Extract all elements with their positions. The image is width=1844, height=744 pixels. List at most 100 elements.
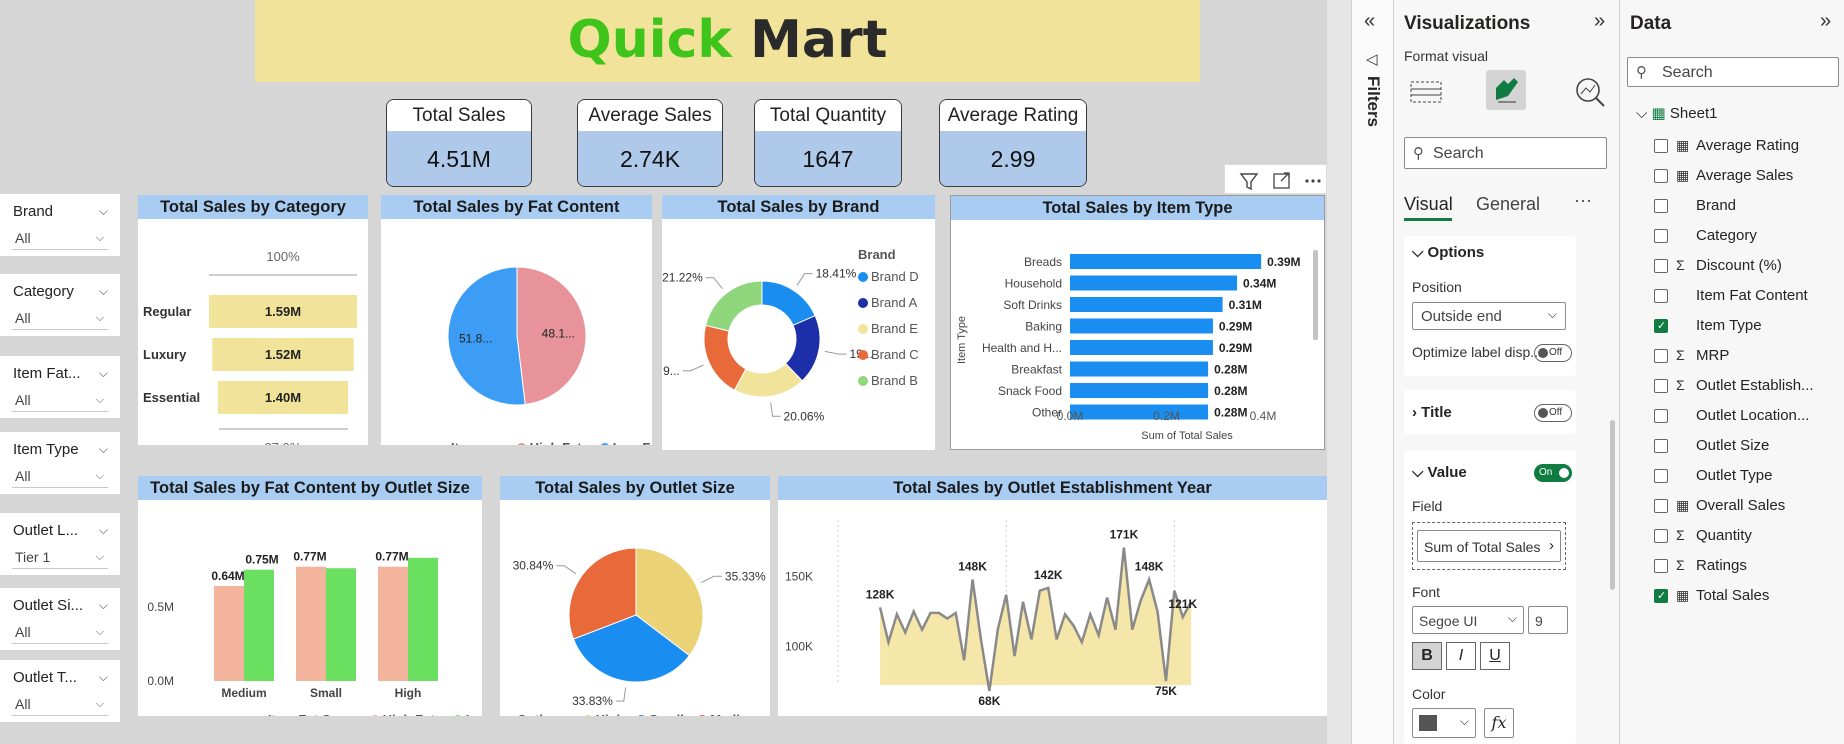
collapse-visualizations-icon[interactable]: » (1594, 10, 1605, 33)
slicer-dropdown[interactable]: All ⌵ (12, 694, 108, 716)
field-item[interactable]: Σ Outlet Establish... (1620, 372, 1844, 402)
field-item[interactable]: Brand (1620, 192, 1844, 222)
field-checkbox[interactable] (1654, 439, 1668, 453)
slicer-dropdown[interactable]: All ⌵ (12, 308, 108, 330)
slicer-outlet-t[interactable]: Outlet T... ⌵ All ⌵ (0, 660, 120, 722)
field-item[interactable]: Σ MRP (1620, 342, 1844, 372)
field-item[interactable]: Outlet Location... (1620, 402, 1844, 432)
chevron-down-icon[interactable]: ⌵ (99, 366, 108, 381)
more-options-icon[interactable] (1305, 179, 1321, 183)
viz-search-input[interactable]: ⚲ Search (1404, 137, 1607, 169)
options-header[interactable]: ⌵ Options (1412, 244, 1484, 261)
collapse-data-icon[interactable]: » (1820, 10, 1831, 33)
chart-total-sales-by-fat-content-by-outlet-size[interactable]: Total Sales by Fat Content by Outlet Siz… (138, 476, 516, 727)
field-checkbox[interactable] (1654, 259, 1668, 273)
data-search-input[interactable]: ⚲ Search (1627, 57, 1839, 87)
slicer-brand[interactable]: Brand ⌵ All ⌵ (0, 194, 120, 256)
fx-button[interactable]: fx (1484, 708, 1514, 738)
field-checkbox[interactable] (1654, 199, 1668, 213)
underline-button[interactable]: U (1480, 642, 1510, 670)
field-checkbox[interactable] (1654, 169, 1668, 183)
field-item[interactable]: Σ Ratings (1620, 552, 1844, 582)
slicer-item-type[interactable]: Item Type ⌵ All ⌵ (0, 432, 120, 494)
filters-label[interactable]: Filters (1363, 76, 1383, 127)
field-item[interactable]: ▦ Total Sales (1620, 582, 1844, 612)
field-pill[interactable]: Sum of Total Sales › (1417, 530, 1561, 562)
filter-icon[interactable] (1239, 173, 1259, 191)
format-visual-icon[interactable] (1486, 70, 1526, 110)
chevron-down-icon[interactable]: ⌵ (99, 670, 108, 685)
more-options-icon[interactable]: ··· (1574, 190, 1592, 211)
field-checkbox[interactable] (1654, 289, 1668, 303)
slicer-outlet-si[interactable]: Outlet Si... ⌵ All ⌵ (0, 588, 120, 650)
kpi-card-total-quantity[interactable]: Total Quantity 1647 (754, 99, 902, 187)
title-header[interactable]: › Title (1412, 404, 1452, 421)
viz-scrollbar[interactable] (1610, 420, 1615, 590)
position-dropdown[interactable]: Outside end ⌵ (1412, 302, 1566, 330)
field-item[interactable]: Category (1620, 222, 1844, 252)
value-toggle[interactable]: On (1534, 464, 1572, 482)
chevron-right-icon[interactable]: › (1549, 537, 1554, 554)
chevron-down-icon[interactable]: ⌵ (99, 523, 108, 538)
build-visual-icon[interactable] (1408, 74, 1444, 110)
optimize-toggle[interactable]: Off (1534, 344, 1572, 362)
chevron-down-icon[interactable]: ⌵ (99, 204, 108, 219)
analytics-icon[interactable] (1572, 74, 1608, 110)
chevron-down-icon[interactable]: ⌵ (99, 442, 108, 457)
tab-visual[interactable]: Visual (1404, 194, 1453, 215)
chart-total-sales-by-fat-content[interactable]: Total Sales by Fat Content 48.1... 51.8...… (381, 195, 663, 455)
slicer-dropdown[interactable]: All ⌵ (12, 466, 108, 488)
filters-pane-collapsed[interactable]: « ◁ Filters (1351, 0, 1393, 744)
field-checkbox[interactable] (1654, 139, 1668, 153)
field-checkbox[interactable] (1654, 379, 1668, 393)
slicer-dropdown[interactable]: All ⌵ (12, 228, 108, 250)
field-item[interactable]: Outlet Size (1620, 432, 1844, 462)
color-picker[interactable]: ⌵ (1412, 708, 1476, 738)
bold-button[interactable]: B (1412, 642, 1442, 670)
field-item[interactable]: ▦ Average Sales (1620, 162, 1844, 192)
slicer-dropdown[interactable]: All ⌵ (12, 622, 108, 644)
chart-total-sales-by-category[interactable]: Total Sales by Category 100% Regular 1.59M L… (138, 195, 368, 455)
field-item[interactable]: Σ Quantity (1620, 522, 1844, 552)
field-checkbox[interactable] (1654, 319, 1668, 333)
field-checkbox[interactable] (1654, 529, 1668, 543)
chevron-down-icon[interactable]: ⌵ (99, 598, 108, 613)
field-item[interactable]: Outlet Type (1620, 462, 1844, 492)
field-checkbox[interactable] (1654, 469, 1668, 483)
kpi-card-total-sales[interactable]: Total Sales 4.51M (386, 99, 532, 187)
focus-mode-icon[interactable] (1273, 172, 1290, 189)
tab-general[interactable]: General (1476, 194, 1540, 215)
field-item[interactable]: Σ Discount (%) (1620, 252, 1844, 282)
field-checkbox[interactable] (1654, 559, 1668, 573)
italic-button[interactable]: I (1446, 642, 1476, 670)
field-item[interactable]: Item Fat Content (1620, 282, 1844, 312)
table-sheet1[interactable]: ⌵ ▦ Sheet1 (1636, 104, 1717, 122)
chart-total-sales-by-outlet-establishment-year[interactable]: Total Sales by Outlet Establishment Year… (778, 476, 1327, 734)
field-item[interactable]: ▦ Average Rating (1620, 132, 1844, 162)
field-well[interactable]: Sum of Total Sales › (1412, 522, 1566, 570)
kpi-card-average-rating[interactable]: Average Rating 2.99 (939, 99, 1087, 187)
chart-total-sales-by-brand[interactable]: Total Sales by Brand18.41%19...20.06%20.… (646, 195, 935, 450)
font-family-dropdown[interactable]: Segoe UI ⌵ (1412, 606, 1524, 634)
field-checkbox[interactable] (1654, 229, 1668, 243)
expand-filters-icon[interactable]: « (1364, 10, 1375, 33)
slicer-category[interactable]: Category ⌵ All ⌵ (0, 274, 120, 336)
field-checkbox[interactable] (1654, 409, 1668, 423)
field-item[interactable]: ▦ Overall Sales (1620, 492, 1844, 522)
slicer-item-fat[interactable]: Item Fat... ⌵ All ⌵ (0, 356, 120, 418)
field-checkbox[interactable] (1654, 349, 1668, 363)
slicer-outlet-l[interactable]: Outlet L... ⌵ Tier 1 ⌵ (0, 513, 120, 575)
chart-total-sales-by-outlet-size[interactable]: Total Sales by Outlet Size 35.33% 33.83% 30… (500, 476, 770, 727)
value-header[interactable]: ⌵ Value (1412, 464, 1467, 481)
font-size-stepper[interactable]: 9 (1528, 606, 1568, 634)
chevron-down-icon[interactable]: ⌵ (99, 284, 108, 299)
field-checkbox[interactable] (1654, 589, 1668, 603)
kpi-card-average-sales[interactable]: Average Sales 2.74K (577, 99, 723, 187)
slicer-dropdown[interactable]: Tier 1 ⌵ (12, 547, 108, 569)
chart-total-sales-by-item-type[interactable]: Total Sales by Item Type Breads 0.39M House… (950, 195, 1325, 450)
slicer-dropdown[interactable]: All ⌵ (12, 390, 108, 412)
field-checkbox[interactable] (1654, 499, 1668, 513)
field-item[interactable]: Item Type (1620, 312, 1844, 342)
title-toggle[interactable]: Off (1534, 404, 1572, 422)
color-swatch (1419, 715, 1437, 731)
